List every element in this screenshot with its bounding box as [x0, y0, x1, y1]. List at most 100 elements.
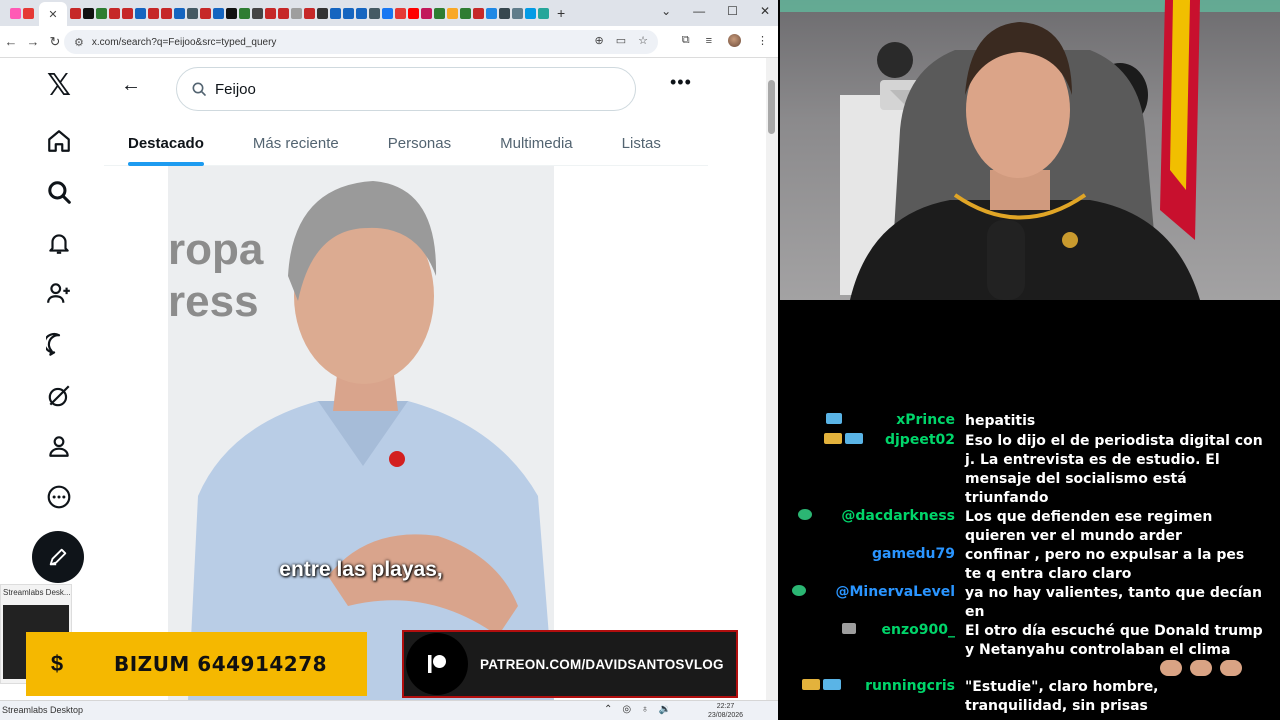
back-arrow-icon[interactable]: ← [121, 74, 141, 97]
tab-favicon[interactable] [213, 7, 224, 19]
search-more-icon[interactable]: ••• [670, 72, 692, 93]
video-player[interactable]: ropa ress entre las playas, [168, 166, 554, 700]
tab-favicon[interactable] [239, 7, 250, 19]
url-text[interactable]: x.com/search?q=Feijoo&src=typed_query [92, 37, 277, 48]
tab-favicon[interactable] [486, 7, 497, 19]
back-icon[interactable]: ← [0, 34, 22, 49]
bookmark-star-icon[interactable]: ☆ [638, 34, 648, 47]
tab-favicon[interactable] [317, 7, 328, 19]
chevron-down-icon[interactable]: ⌄ [661, 4, 671, 18]
scroll-thumb[interactable] [768, 80, 775, 134]
chat-username[interactable]: gamedu79 [872, 546, 955, 562]
clock-date: 23/08/2026 [708, 712, 744, 719]
toolbar-right: ⧉ ≡ ⋮ [682, 34, 768, 47]
follow-person-icon[interactable] [44, 278, 74, 308]
tab-favicon[interactable] [252, 7, 263, 19]
notifications-bell-icon[interactable] [44, 228, 74, 258]
page-scrollbar[interactable] [766, 58, 778, 700]
new-tab-button[interactable]: + [557, 5, 565, 21]
network-icon[interactable]: ◎ [622, 704, 631, 715]
tab-favicon[interactable] [395, 7, 406, 19]
search-icon[interactable] [44, 177, 74, 207]
tab-favicon[interactable] [499, 7, 510, 19]
microphone-icon[interactable]: ♁ [641, 704, 649, 715]
home-icon[interactable] [44, 126, 74, 156]
tab-favicon[interactable] [538, 7, 549, 19]
search-query[interactable]: Feijoo [215, 81, 256, 98]
chat-username[interactable]: enzo900_ [882, 622, 955, 638]
minimize-icon[interactable]: — [693, 4, 705, 18]
tab-favicon[interactable] [447, 7, 458, 19]
chat-username[interactable]: djpeet02 [885, 432, 955, 448]
tab-favicon[interactable] [408, 7, 419, 19]
tab-favicon[interactable] [161, 7, 172, 19]
tab-favicon[interactable] [109, 7, 120, 19]
extensions-icon[interactable]: ⧉ [682, 34, 690, 47]
zoom-icon[interactable]: ⊕ [595, 34, 604, 47]
messages-bubble-icon[interactable] [44, 330, 74, 360]
forward-icon[interactable]: → [22, 34, 44, 49]
tab-favicon[interactable] [278, 7, 289, 19]
tab-favicon[interactable] [187, 7, 198, 19]
tab-favicon[interactable] [226, 7, 237, 19]
tab-favicon[interactable] [460, 7, 471, 19]
tab-favicon[interactable] [434, 7, 445, 19]
chat-text: Eso lo dijo el de periodista digital con… [965, 433, 1263, 506]
tab-personas[interactable]: Personas [388, 120, 451, 166]
tab-favicon[interactable] [304, 7, 315, 19]
profile-icon[interactable] [44, 431, 74, 461]
close-icon[interactable]: ✕ [760, 4, 770, 18]
more-options-icon[interactable] [44, 482, 74, 512]
active-tab[interactable]: ✕ [39, 2, 67, 26]
profile-avatar[interactable] [728, 34, 741, 47]
x-logo-icon[interactable]: 𝕏 [44, 68, 74, 103]
tab-favicon[interactable] [382, 7, 393, 19]
tab-favicon[interactable] [23, 7, 34, 19]
reading-list-icon[interactable]: ≡ [706, 35, 712, 47]
gift-badge-icon [824, 433, 842, 444]
tab-multimedia[interactable]: Multimedia [500, 120, 573, 166]
tab-favicon[interactable] [369, 7, 380, 19]
tab-favicon[interactable] [343, 7, 354, 19]
tab-favicon[interactable] [525, 7, 536, 19]
address-bar[interactable]: ⚙ x.com/search?q=Feijoo&src=typed_query … [64, 30, 658, 54]
tab-favicon[interactable] [330, 7, 341, 19]
tab-favicon[interactable] [512, 7, 523, 19]
chat-username[interactable]: @MinervaLevel [835, 584, 955, 600]
reload-icon[interactable]: ↻ [44, 34, 66, 50]
chevron-up-icon[interactable]: ⌃ [604, 704, 612, 715]
compose-post-button[interactable] [32, 531, 84, 583]
tab-mas-reciente[interactable]: Más reciente [253, 120, 339, 166]
grok-icon[interactable] [44, 381, 74, 411]
taskbar-app-label[interactable]: Streamlabs Desktop [2, 705, 83, 715]
tab-favicon[interactable] [96, 7, 107, 19]
maximize-icon[interactable]: ☐ [727, 4, 738, 18]
sound-icon[interactable]: 🔉 [659, 704, 671, 715]
sub-badge-icon [845, 433, 863, 444]
tab-favicon[interactable] [421, 7, 432, 19]
tab-favicon[interactable] [356, 7, 367, 19]
tab-favicon[interactable] [291, 7, 302, 19]
site-settings-icon[interactable]: ⚙ [74, 36, 84, 49]
chat-username[interactable]: xPrince [896, 412, 955, 428]
tab-favicon[interactable] [148, 7, 159, 19]
tab-favicon[interactable] [122, 7, 133, 19]
menu-icon[interactable]: ⋮ [757, 34, 768, 47]
taskbar-clock[interactable]: 22:27 23/08/2026 [708, 702, 743, 720]
tab-favicon[interactable] [473, 7, 484, 19]
tab-favicon[interactable] [174, 7, 185, 19]
tab-favicon[interactable] [70, 7, 81, 19]
search-input[interactable]: Feijoo [176, 67, 636, 111]
tab-favicon[interactable] [265, 7, 276, 19]
tab-favicon[interactable] [200, 7, 211, 19]
chat-username[interactable]: runningcris [865, 678, 955, 694]
tab-favicon[interactable] [10, 7, 21, 19]
tab-destacado[interactable]: Destacado [128, 120, 204, 166]
chat-text: hepatitis [965, 413, 1036, 429]
tab-favicon[interactable] [83, 7, 94, 19]
chat-username[interactable]: @dacdarkness [841, 508, 955, 524]
tab-listas[interactable]: Listas [622, 120, 661, 166]
tab-close-icon[interactable]: ✕ [48, 8, 57, 21]
cast-icon[interactable]: ▭ [616, 34, 626, 47]
tab-favicon[interactable] [135, 7, 146, 19]
